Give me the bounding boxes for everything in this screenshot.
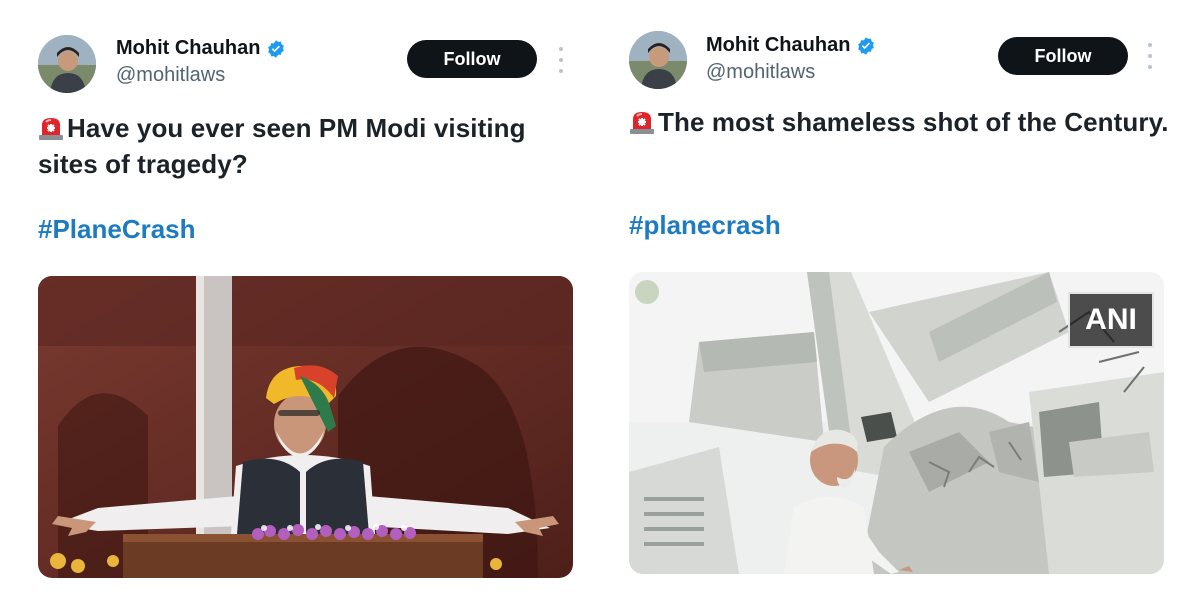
- author-display-name[interactable]: Mohit Chauhan: [706, 34, 850, 57]
- follow-button[interactable]: Follow: [998, 37, 1128, 75]
- more-options-icon[interactable]: [1145, 43, 1155, 69]
- photo-pm-speech: [38, 276, 573, 578]
- author-name-row: Mohit Chauhan: [116, 37, 286, 60]
- verified-badge-icon: [266, 39, 286, 59]
- hashtag-link[interactable]: #planecrash: [629, 210, 781, 241]
- author-handle[interactable]: @mohitlaws: [116, 64, 225, 87]
- author-handle[interactable]: @mohitlaws: [706, 61, 815, 84]
- tweet-text-block: Have you ever seen PM Modi visiting site…: [38, 110, 568, 182]
- tweet-card-right: Mohit Chauhan @mohitlaws Follow The most…: [600, 0, 1200, 594]
- author-avatar[interactable]: [629, 31, 687, 89]
- police-siren-icon: [38, 116, 64, 140]
- verified-badge-icon: [856, 36, 876, 56]
- tweet-photo[interactable]: ANI: [629, 272, 1164, 574]
- tweet-text: Have you ever seen PM Modi visiting site…: [38, 113, 526, 179]
- ani-watermark: ANI: [1068, 292, 1154, 348]
- hashtag-link[interactable]: #PlaneCrash: [38, 214, 196, 245]
- police-siren-icon: [629, 110, 655, 134]
- author-avatar[interactable]: [38, 35, 96, 93]
- follow-button[interactable]: Follow: [407, 40, 537, 78]
- tweet-photo[interactable]: [38, 276, 573, 578]
- tweet-card-left: Mohit Chauhan @mohitlaws Follow Have you…: [0, 0, 590, 594]
- author-display-name[interactable]: Mohit Chauhan: [116, 37, 260, 60]
- author-name-row: Mohit Chauhan: [706, 34, 876, 57]
- more-options-icon[interactable]: [556, 47, 566, 73]
- tweet-text: The most shameless shot of the Century.: [658, 107, 1169, 137]
- tweet-text-block: The most shameless shot of the Century.: [629, 104, 1169, 140]
